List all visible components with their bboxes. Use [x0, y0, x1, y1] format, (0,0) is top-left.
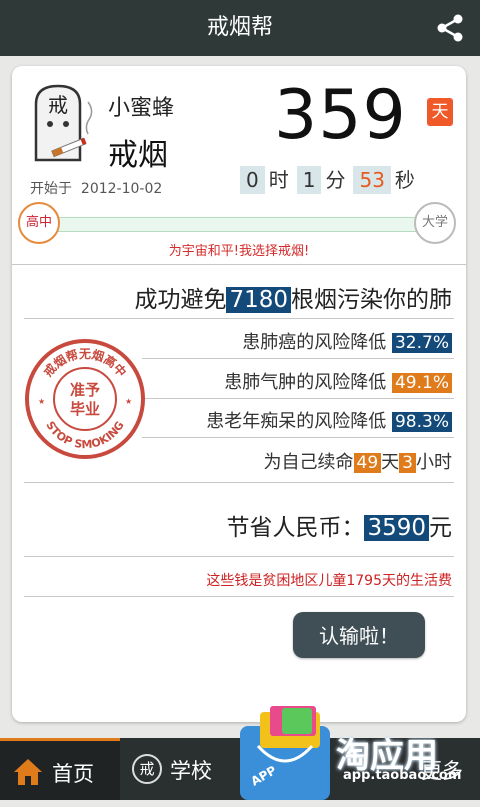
quit-status: 戒烟	[108, 138, 168, 173]
risk-label: 患老年痴呆的风险降低	[206, 411, 387, 432]
user-name: 小蜜蜂	[108, 96, 175, 121]
life-prefix: 为自己续命	[263, 452, 354, 473]
life-hours: 3	[399, 453, 416, 473]
svg-text:★: ★	[125, 397, 132, 406]
hours-unit: 时	[268, 168, 289, 192]
hours-value: 0	[240, 166, 265, 194]
svg-text:STOP SMOKING: STOP SMOKING	[43, 419, 126, 451]
tab-home-label: 首页	[52, 762, 94, 786]
svg-text:★: ★	[38, 397, 45, 406]
risk-label: 患肺癌的风险降低	[242, 332, 387, 353]
stamp-center-line2: 毕业	[70, 400, 100, 418]
stage-end-badge: 大学	[414, 202, 456, 244]
give-up-button[interactable]: 认输啦！	[293, 612, 425, 658]
avoid-suffix: 根烟污染你的肺	[291, 287, 452, 313]
watermark-url: app.taobao.com	[343, 768, 462, 783]
tab-school[interactable]: 戒 学校	[122, 738, 240, 800]
money-amount: 3590	[364, 515, 429, 541]
days-unit-badge: 天	[427, 98, 453, 126]
minutes-value: 1	[296, 166, 322, 194]
tab-home[interactable]: 首页	[0, 738, 120, 800]
home-icon	[14, 759, 42, 785]
risk-row-dementia: 患老年痴呆的风险降低 98.3%	[206, 407, 452, 433]
avoid-prefix: 成功避免	[134, 287, 227, 313]
life-hours-unit: 小时	[416, 452, 452, 473]
elapsed-timer: 0 时 1 分 53 秒	[240, 164, 423, 194]
stamp-bottom-text: STOP SMOKING	[43, 419, 126, 451]
risk-row-lung-cancer: 患肺癌的风险降低 32.7%	[242, 328, 452, 354]
divider	[12, 264, 466, 265]
stage-start-badge: 高中	[18, 202, 60, 244]
divider	[142, 398, 454, 399]
start-date-value: 2012-10-02	[80, 181, 163, 197]
life-extended: 为自己续命 49 天 3 小时	[264, 448, 452, 474]
days-count: 359	[274, 76, 407, 155]
divider	[24, 482, 454, 483]
school-icon: 戒	[132, 754, 162, 784]
avoided-cigarettes: 成功避免 7180 根烟污染你的肺	[134, 280, 452, 314]
svg-text:戒: 戒	[48, 93, 68, 117]
app-title: 戒烟帮	[206, 15, 273, 40]
money-unit: 元	[429, 515, 452, 541]
divider	[142, 358, 454, 359]
stamp-center-line1: 准予	[70, 381, 100, 399]
risk-value: 32.7%	[391, 333, 452, 353]
main-card: 戒 小蜜蜂 戒烟 359 天 0 时 1 分 53 秒 开始于 2012-10-02 高中…	[12, 66, 466, 722]
life-days: 49	[353, 453, 382, 473]
stage-progress-track	[42, 217, 444, 232]
slogan-text: 为宇宙和平!我选择戒烟!	[168, 244, 310, 259]
divider	[24, 596, 454, 597]
graduation-stamp: 戒烟帮无烟高中 STOP SMOKING 准予 毕业 ★ ★	[25, 339, 145, 459]
app-header: 戒烟帮	[0, 0, 480, 56]
money-saved: 节省人民币： 3590 元	[226, 508, 452, 542]
seconds-unit: 秒	[394, 168, 415, 192]
divider	[142, 437, 454, 438]
risk-row-emphysema: 患肺气肿的风险降低 49.1%	[224, 368, 452, 394]
tab-school-label: 学校	[170, 759, 212, 783]
start-date: 开始于 2012-10-02	[30, 178, 162, 198]
life-days-unit: 天	[381, 452, 400, 473]
poverty-comparison: 这些钱是贫困地区儿童1795天的生活费	[206, 573, 452, 589]
start-label: 开始于	[30, 181, 72, 197]
divider	[24, 556, 454, 557]
tombstone-cigarette-icon: 戒	[34, 84, 93, 162]
money-label: 节省人民币：	[226, 515, 365, 541]
seconds-value: 53	[353, 166, 391, 194]
minutes-unit: 分	[325, 168, 346, 192]
risk-value: 98.3%	[391, 412, 452, 432]
avoid-count: 7180	[226, 287, 291, 313]
divider	[24, 318, 454, 319]
share-icon[interactable]	[434, 12, 466, 44]
risk-value: 49.1%	[391, 373, 452, 393]
risk-label: 患肺气肿的风险降低	[224, 372, 387, 393]
